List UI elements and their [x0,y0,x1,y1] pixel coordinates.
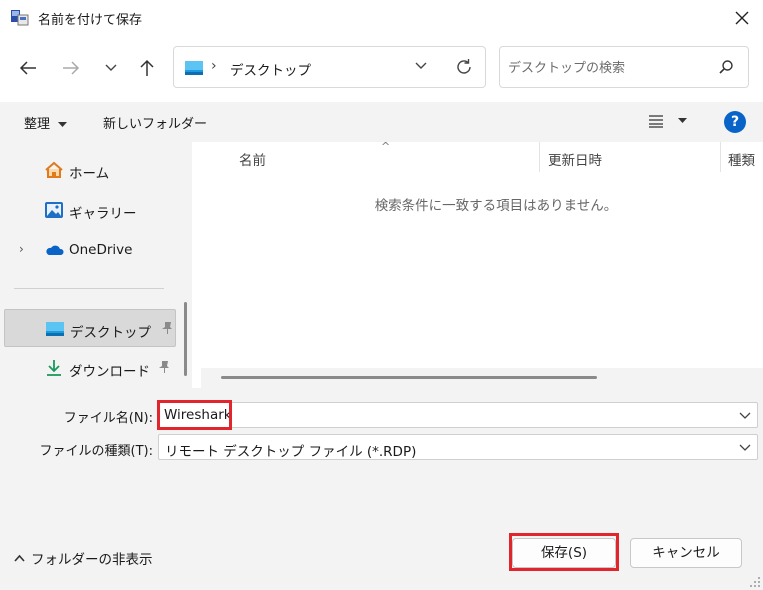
chevron-down-icon [415,62,427,69]
chevron-down-icon [105,64,117,71]
filename-dropdown-button[interactable] [739,409,751,424]
organize-label: 整理 [24,117,51,132]
filetype-label: ファイルの種類(T): [39,444,153,459]
nav-divider [14,288,164,289]
horizontal-scrollbar[interactable] [201,368,763,388]
command-bar: 整理 新しいフォルダー ? [0,102,763,142]
filetype-select[interactable]: リモート デスクトップ ファイル (*.RDP) [158,434,758,460]
address-dropdown-button[interactable] [414,60,428,75]
chevron-right-icon[interactable]: › [19,242,24,256]
refresh-button[interactable] [455,58,473,80]
caret-down-icon [58,121,68,127]
filename-combobox[interactable] [158,402,758,428]
window-title: 名前を付けて保存 [38,13,143,28]
pin-icon[interactable] [161,321,173,339]
nav-item-onedrive[interactable]: › OneDrive [0,231,176,269]
arrow-up-icon [140,59,154,76]
title-bar: 名前を付けて保存 [0,0,763,36]
hide-folders-label: フォルダーの非表示 [31,552,153,568]
cancel-button[interactable]: キャンセル [630,538,742,568]
refresh-icon [457,59,471,74]
organize-button[interactable]: 整理 [24,113,68,132]
filename-label: ファイル名(N): [63,411,153,426]
search-input[interactable] [508,58,708,78]
breadcrumb-path[interactable]: デスクトップ [230,59,311,79]
back-button[interactable] [14,52,42,84]
forward-button[interactable] [57,52,85,84]
column-header-type[interactable]: 種類 [728,149,755,169]
home-icon [44,161,64,179]
navigation-bar: › デスクトップ [0,36,763,102]
nav-item-label: ギャラリー [69,206,137,222]
filetype-selected-value: リモート デスクトップ ファイル (*.RDP) [165,444,417,460]
new-folder-button[interactable]: 新しいフォルダー [103,113,207,132]
filename-input[interactable] [164,406,724,424]
scrollbar-thumb[interactable] [221,376,597,379]
desktop-folder-icon [185,61,203,75]
close-icon [735,11,749,25]
save-dialog-icon [10,9,30,27]
desktop-folder-icon [45,320,65,338]
column-divider[interactable] [720,142,721,172]
nav-item-label: デスクトップ [70,325,151,341]
column-header-name[interactable]: 名前 [239,149,266,169]
nav-item-label: OneDrive [69,242,133,258]
search-icon[interactable] [718,59,734,79]
list-view-icon [649,115,663,128]
save-button[interactable]: 保存(S) [512,538,616,568]
nav-item-desktop[interactable]: デスクトップ [4,309,176,347]
up-button[interactable] [133,52,161,84]
column-header-modified[interactable]: 更新日時 [548,149,602,169]
chevron-down-icon [739,412,751,419]
navigation-pane: ホーム ギャラリー › OneDrive デスクトップ ダウンロード [0,142,192,388]
onedrive-icon [44,241,64,259]
nav-item-label: ホーム [69,166,110,182]
nav-item-label: ダウンロード [69,364,150,380]
address-bar[interactable]: › デスクトップ [173,46,486,88]
recent-locations-button[interactable] [97,52,125,84]
nav-pane-scrollbar[interactable] [184,302,187,376]
nav-item-downloads[interactable]: ダウンロード [0,349,176,387]
chevron-down-icon [739,444,751,451]
resize-grip-icon[interactable] [749,576,761,588]
search-box[interactable] [499,46,749,88]
arrow-left-icon [19,61,36,75]
gallery-icon [44,201,64,219]
hide-folders-button[interactable]: フォルダーの非表示 [14,548,153,568]
download-icon [44,359,64,377]
pin-icon[interactable] [158,360,170,378]
breadcrumb-chevron-icon: › [211,58,217,74]
view-options-button[interactable] [648,114,688,132]
filetype-dropdown-button[interactable] [739,441,751,456]
sort-ascending-icon: ^ [381,140,391,153]
close-button[interactable] [727,3,757,33]
chevron-up-icon [14,554,25,562]
help-button[interactable]: ? [724,111,746,133]
save-form: ファイル名(N): ファイルの種類(T): リモート デスクトップ ファイル (… [0,388,763,514]
caret-down-icon [678,118,688,123]
nav-item-gallery[interactable]: ギャラリー [0,191,176,229]
empty-message: 検索条件に一致する項目はありません。 [374,198,618,214]
dialog-footer: フォルダーの非表示 保存(S) キャンセル [0,514,763,590]
nav-item-home[interactable]: ホーム [0,151,176,189]
file-list: ^ 名前 更新日時 種類 検索条件に一致する項目はありません。 [196,140,763,388]
column-divider[interactable] [539,142,540,172]
arrow-right-icon [63,61,80,75]
